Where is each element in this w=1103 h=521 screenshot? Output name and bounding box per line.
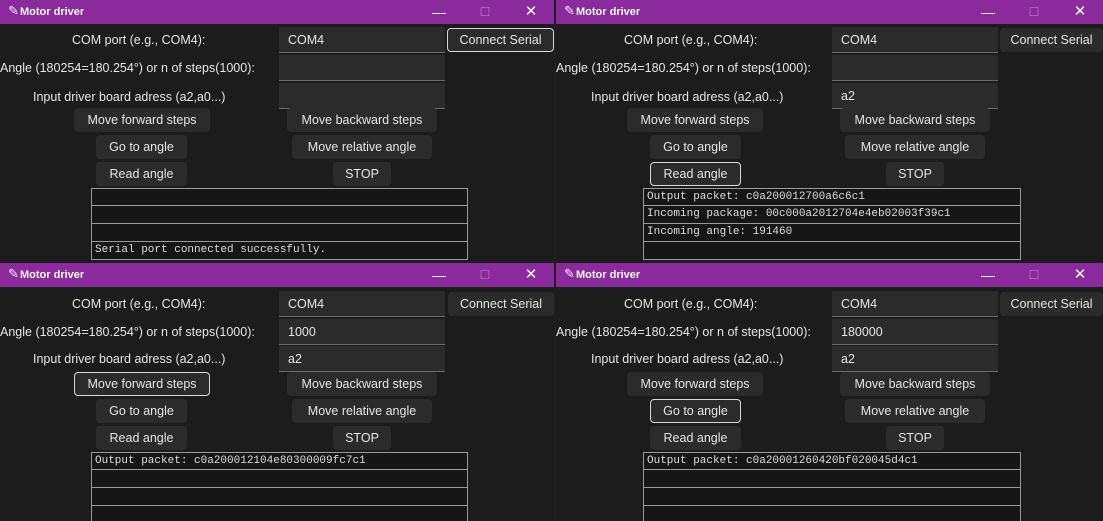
address-input[interactable]: a2 <box>832 83 998 109</box>
feather-app-icon: ✎ <box>564 266 575 281</box>
read-angle-button[interactable]: Read angle <box>650 162 741 186</box>
minimize-icon[interactable]: — <box>965 0 1011 24</box>
log-line: Serial port connected successfully. <box>91 242 468 260</box>
window-title: Motor driver <box>576 6 641 18</box>
log-line: Output packet: c0a20001260420bf020045d4c… <box>643 452 1021 470</box>
feather-app-icon: ✎ <box>564 3 575 18</box>
feather-app-icon: ✎ <box>8 266 19 281</box>
minimize-icon[interactable]: — <box>416 0 462 24</box>
go-to-angle-button[interactable]: Go to angle <box>650 399 741 423</box>
maximize-icon[interactable]: ☐ <box>462 263 508 287</box>
window-title: Motor driver <box>576 269 641 281</box>
title-bar[interactable]: ✎ Motor driver — ☐ ✕ <box>0 263 554 287</box>
go-to-angle-button[interactable]: Go to angle <box>650 135 741 159</box>
move-relative-button[interactable]: Move relative angle <box>292 399 432 423</box>
log-line <box>643 242 1021 260</box>
com-port-label: COM port (e.g., COM4): <box>72 297 206 311</box>
angle-label: Angle (180254=180.254°) or n of steps(10… <box>556 61 811 75</box>
move-backward-button[interactable]: Move backward steps <box>840 372 990 396</box>
close-icon[interactable]: ✕ <box>508 0 554 24</box>
log-line <box>91 188 468 206</box>
com-port-input[interactable]: COM4 <box>832 27 998 53</box>
log-line <box>91 224 468 242</box>
move-backward-button[interactable]: Move backward steps <box>287 108 437 132</box>
log-line <box>91 206 468 224</box>
motor-driver-window-1: ✎ Motor driver — ☐ ✕ COM port (e.g., COM… <box>0 0 554 261</box>
stop-button[interactable]: STOP <box>886 426 944 450</box>
move-forward-button[interactable]: Move forward steps <box>74 108 210 132</box>
title-bar[interactable]: ✎ Motor driver — ☐ ✕ <box>0 0 554 24</box>
feather-app-icon: ✎ <box>8 3 19 18</box>
motor-driver-window-2: ✎ Motor driver — ☐ ✕ COM port (e.g., COM… <box>556 0 1103 261</box>
minimize-icon[interactable]: — <box>965 263 1011 287</box>
angle-label: Angle (180254=180.254°) or n of steps(10… <box>0 325 255 339</box>
log-line: Incoming angle: 191460 <box>643 224 1021 242</box>
address-input[interactable]: a2 <box>832 346 998 372</box>
connect-serial-button[interactable]: Connect Serial <box>447 28 554 52</box>
address-label: Input driver board adress (a2,a0...) <box>33 90 226 104</box>
move-relative-button[interactable]: Move relative angle <box>292 135 432 159</box>
stop-button[interactable]: STOP <box>333 162 391 186</box>
minimize-icon[interactable]: — <box>416 263 462 287</box>
address-label: Input driver board adress (a2,a0...) <box>33 352 226 366</box>
title-bar[interactable]: ✎ Motor driver — ☐ ✕ <box>556 0 1103 24</box>
angle-input[interactable] <box>832 55 998 81</box>
com-port-input[interactable]: COM4 <box>279 27 445 53</box>
angle-input[interactable] <box>279 55 445 81</box>
motor-driver-window-4: ✎ Motor driver — ☐ ✕ COM port (e.g., COM… <box>556 263 1103 521</box>
com-port-label: COM port (e.g., COM4): <box>624 33 758 47</box>
read-angle-button[interactable]: Read angle <box>96 162 187 186</box>
move-backward-button[interactable]: Move backward steps <box>287 372 437 396</box>
connect-serial-button[interactable]: Connect Serial <box>448 292 554 316</box>
log-line <box>643 488 1021 506</box>
address-input[interactable]: a2 <box>279 346 445 372</box>
move-forward-button[interactable]: Move forward steps <box>627 108 763 132</box>
read-angle-button[interactable]: Read angle <box>96 426 187 450</box>
address-label: Input driver board adress (a2,a0...) <box>591 90 784 104</box>
address-label: Input driver board adress (a2,a0...) <box>591 352 784 366</box>
log-line <box>91 470 468 488</box>
stop-button[interactable]: STOP <box>333 426 391 450</box>
maximize-icon[interactable]: ☐ <box>1011 0 1057 24</box>
log-line: Incoming package: 00c000a2012704e4eb0200… <box>643 206 1021 224</box>
connect-serial-button[interactable]: Connect Serial <box>1000 292 1103 316</box>
angle-label: Angle (180254=180.254°) or n of steps(10… <box>0 61 255 75</box>
move-relative-button[interactable]: Move relative angle <box>845 135 985 159</box>
log-line <box>91 506 468 521</box>
maximize-icon[interactable]: ☐ <box>462 0 508 24</box>
close-icon[interactable]: ✕ <box>1057 263 1103 287</box>
go-to-angle-button[interactable]: Go to angle <box>96 399 187 423</box>
move-forward-button[interactable]: Move forward steps <box>627 372 763 396</box>
address-input[interactable] <box>279 83 445 109</box>
maximize-icon[interactable]: ☐ <box>1011 263 1057 287</box>
motor-driver-window-3: ✎ Motor driver — ☐ ✕ COM port (e.g., COM… <box>0 263 554 521</box>
window-title: Motor driver <box>20 6 85 18</box>
com-port-label: COM port (e.g., COM4): <box>624 297 758 311</box>
close-icon[interactable]: ✕ <box>508 263 554 287</box>
stop-button[interactable]: STOP <box>886 162 944 186</box>
com-port-input[interactable]: COM4 <box>279 291 445 317</box>
log-line <box>91 488 468 506</box>
go-to-angle-button[interactable]: Go to angle <box>96 135 187 159</box>
move-forward-button[interactable]: Move forward steps <box>74 372 210 396</box>
read-angle-button[interactable]: Read angle <box>650 426 741 450</box>
window-title: Motor driver <box>20 269 85 281</box>
angle-input[interactable]: 1000 <box>279 319 445 345</box>
move-relative-button[interactable]: Move relative angle <box>845 399 985 423</box>
com-port-input[interactable]: COM4 <box>832 291 998 317</box>
move-backward-button[interactable]: Move backward steps <box>840 108 990 132</box>
angle-label: Angle (180254=180.254°) or n of steps(10… <box>556 325 811 339</box>
close-icon[interactable]: ✕ <box>1057 0 1103 24</box>
title-bar[interactable]: ✎ Motor driver — ☐ ✕ <box>556 263 1103 287</box>
angle-input[interactable]: 180000 <box>832 319 998 345</box>
com-port-label: COM port (e.g., COM4): <box>72 33 206 47</box>
log-line: Output packet: c0a200012700a6c6c1 <box>643 188 1021 206</box>
log-line: Output packet: c0a200012104e80300009fc7c… <box>91 452 468 470</box>
log-line <box>643 470 1021 488</box>
log-line <box>643 506 1021 521</box>
connect-serial-button[interactable]: Connect Serial <box>1000 28 1103 52</box>
